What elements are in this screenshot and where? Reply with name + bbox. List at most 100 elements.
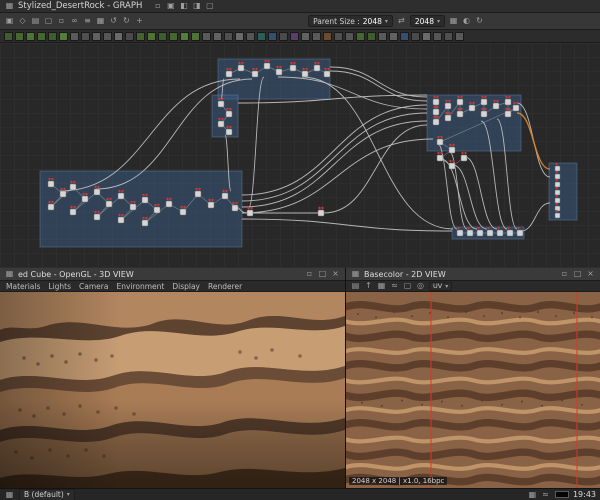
palette-node-icon[interactable] <box>180 31 189 41</box>
palette-node-icon[interactable] <box>158 31 167 41</box>
palette-node-icon[interactable] <box>125 31 134 41</box>
graph-wire[interactable] <box>440 158 478 230</box>
color-profile-select[interactable]: B (default) ▾ <box>19 488 75 500</box>
grid-icon[interactable]: ▦ <box>95 16 106 27</box>
graph-node[interactable] <box>153 206 161 214</box>
frame-icon[interactable]: ▢ <box>43 16 54 27</box>
filter-icon[interactable]: ≈ <box>389 281 400 292</box>
link-sizes-icon[interactable]: ⇄ <box>396 16 407 27</box>
graph-node[interactable] <box>69 208 77 216</box>
graph-node[interactable] <box>225 110 233 118</box>
graph-canvas[interactable] <box>0 43 600 268</box>
palette-node-icon[interactable] <box>191 31 200 41</box>
graph-node[interactable] <box>554 189 561 196</box>
grid-toggle-icon[interactable]: ▦ <box>527 489 538 500</box>
graph-node[interactable] <box>468 104 476 112</box>
graph-node[interactable] <box>105 200 113 208</box>
graph-node[interactable] <box>289 64 297 72</box>
graph-node[interactable] <box>275 68 283 76</box>
palette-node-icon[interactable] <box>433 31 442 41</box>
palette-node-icon[interactable] <box>147 31 156 41</box>
graph-node[interactable] <box>251 70 259 78</box>
graph-node[interactable] <box>554 165 561 172</box>
graph-node[interactable] <box>69 183 77 191</box>
graph-node[interactable] <box>217 120 225 128</box>
palette-node-icon[interactable] <box>81 31 90 41</box>
size-dropdown[interactable]: 2048 ▾ <box>409 15 445 27</box>
palette-node-icon[interactable] <box>202 31 211 41</box>
view2d-viewport[interactable]: 2048 x 2048 | x1.0, 16bpc <box>346 292 600 488</box>
select-tool-icon[interactable]: ▣ <box>4 16 15 27</box>
add-node-icon[interactable]: + <box>134 16 145 27</box>
menu-lights[interactable]: Lights <box>48 282 71 291</box>
graph-node[interactable] <box>59 190 67 198</box>
graph-node[interactable] <box>448 146 456 154</box>
graph-node[interactable] <box>117 192 125 200</box>
graph-node[interactable] <box>448 162 456 170</box>
graph-node[interactable] <box>246 209 254 217</box>
split-left-icon[interactable]: ◧ <box>178 1 189 12</box>
graph-wire[interactable] <box>241 120 428 208</box>
graph-node[interactable] <box>47 203 55 211</box>
palette-node-icon[interactable] <box>334 31 343 41</box>
undock-icon[interactable]: ▫ <box>304 269 315 280</box>
background-toggle-icon[interactable]: ▢ <box>402 281 413 292</box>
uv-toggle[interactable]: UV ▾ <box>429 281 453 291</box>
palette-node-icon[interactable] <box>246 31 255 41</box>
maximize-icon[interactable]: □ <box>572 269 583 280</box>
palette-node-icon[interactable] <box>444 31 453 41</box>
undo-icon[interactable]: ↺ <box>108 16 119 27</box>
graph-node[interactable] <box>444 114 452 122</box>
palette-node-icon[interactable] <box>323 31 332 41</box>
undock-icon[interactable]: ▫ <box>559 269 570 280</box>
graph-wire[interactable] <box>241 112 428 202</box>
graph-node[interactable] <box>93 188 101 196</box>
palette-node-icon[interactable] <box>312 31 321 41</box>
palette-node-icon[interactable] <box>92 31 101 41</box>
graph-node[interactable] <box>456 110 464 118</box>
palette-node-icon[interactable] <box>290 31 299 41</box>
palette-node-icon[interactable] <box>213 31 222 41</box>
menu-materials[interactable]: Materials <box>6 282 40 291</box>
rock-render[interactable] <box>0 292 345 488</box>
tile-view-icon[interactable]: ▦ <box>376 281 387 292</box>
comment-icon[interactable]: ▤ <box>30 16 41 27</box>
graph-node[interactable] <box>93 213 101 221</box>
graph-node[interactable] <box>432 108 440 116</box>
graph-frame[interactable] <box>211 94 239 138</box>
graph-wire[interactable] <box>464 156 498 230</box>
float-window-icon[interactable]: ▫ <box>152 1 163 12</box>
menu-display[interactable]: Display <box>172 282 200 291</box>
graph-node[interactable] <box>263 62 271 70</box>
palette-node-icon[interactable] <box>345 31 354 41</box>
graph-node[interactable] <box>480 110 488 118</box>
new-view-icon[interactable]: ▢ <box>204 1 215 12</box>
graph-node[interactable] <box>456 98 464 106</box>
fit-view-icon[interactable]: ◎ <box>415 281 426 292</box>
graph-node[interactable] <box>432 118 440 126</box>
graph-node[interactable] <box>237 64 245 72</box>
palette-node-icon[interactable] <box>378 31 387 41</box>
graph-node[interactable] <box>432 98 440 106</box>
graph-wire[interactable] <box>520 202 551 232</box>
graph-node[interactable] <box>512 104 520 112</box>
graph-node[interactable] <box>480 98 488 106</box>
graph-node[interactable] <box>506 229 514 237</box>
palette-node-icon[interactable] <box>169 31 178 41</box>
palette-node-icon[interactable] <box>268 31 277 41</box>
palette-node-icon[interactable] <box>389 31 398 41</box>
graph-wire[interactable] <box>323 124 428 214</box>
graph-node[interactable] <box>456 229 464 237</box>
graph-node[interactable] <box>516 229 524 237</box>
link-mode-icon[interactable]: ∞ <box>69 16 80 27</box>
pin-icon[interactable]: ▫ <box>56 16 67 27</box>
graph-node[interactable] <box>81 195 89 203</box>
graph-node[interactable] <box>444 102 452 110</box>
graph-wire[interactable] <box>241 218 453 232</box>
panel-toggle-icon[interactable]: ▦ <box>4 489 15 500</box>
graph-node[interactable] <box>47 180 55 188</box>
graph-node[interactable] <box>141 219 149 227</box>
palette-node-icon[interactable] <box>59 31 68 41</box>
save-image-icon[interactable]: ▤ <box>350 281 361 292</box>
graph-node[interactable] <box>217 100 225 108</box>
